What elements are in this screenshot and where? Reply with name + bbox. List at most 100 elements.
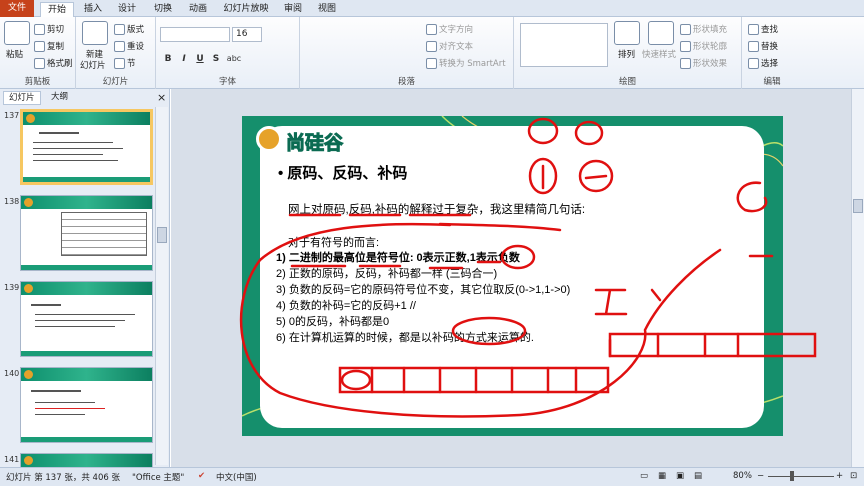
close-pane-button[interactable]: ×	[152, 91, 171, 105]
shapes-gallery[interactable]	[520, 23, 608, 67]
replace-button[interactable]: 替换	[748, 40, 778, 52]
list-item-2: 2) 正数的原码，反码，补码都一样 (三码合一)	[276, 268, 498, 280]
slide-thumbnail-140[interactable]	[20, 367, 153, 443]
slide-thumbnail-139[interactable]	[20, 281, 153, 357]
arrange-icon[interactable]	[614, 21, 640, 45]
thumb-number: 137	[4, 111, 20, 120]
underline-button[interactable]: U	[194, 53, 206, 65]
shadow-button[interactable]: abc	[224, 53, 244, 65]
effects-icon	[680, 58, 691, 69]
reading-view-icon[interactable]: ▣	[676, 471, 684, 481]
reset-label: 重设	[127, 42, 145, 52]
arrange-button[interactable]: 排列	[618, 48, 635, 60]
font-family-combo[interactable]	[160, 27, 230, 42]
find-button[interactable]: 查找	[748, 23, 778, 35]
slides-group-label: 幻灯片	[102, 77, 129, 87]
layout-label: 版式	[127, 25, 145, 35]
tab-animations[interactable]: 动画	[185, 2, 211, 17]
slide-thumbnail-138[interactable]	[20, 195, 153, 271]
scroll-thumb[interactable]	[157, 227, 167, 243]
logo-icon	[24, 198, 33, 207]
zoom-out-icon[interactable]: −	[757, 471, 764, 481]
shape-outline-button[interactable]: 形状轮廓	[680, 40, 727, 52]
thumb-number: 140	[4, 369, 20, 378]
tab-insert[interactable]: 插入	[80, 2, 106, 17]
tab-slideshow[interactable]: 幻灯片放映	[222, 2, 270, 17]
drawing-group-label: 绘图	[618, 77, 636, 87]
paste-button[interactable]: 粘贴	[6, 48, 23, 60]
group-clipboard: 粘贴 剪切 复制 格式刷 剪贴板	[0, 17, 76, 89]
tab-home[interactable]: 开始	[40, 2, 74, 18]
scissors-icon	[34, 24, 45, 35]
tab-review[interactable]: 审阅	[280, 2, 306, 17]
select-icon	[748, 58, 759, 69]
zoom-in-icon[interactable]: +	[836, 471, 843, 481]
slide-thumbnail-137[interactable]	[20, 109, 153, 185]
normal-view-icon[interactable]: ▭	[640, 471, 648, 481]
cut-button[interactable]: 剪切	[34, 23, 64, 35]
format-painter-button[interactable]: 格式刷	[34, 57, 73, 69]
font-group-label: 字体	[218, 77, 236, 87]
align-text-button[interactable]: 对齐文本	[426, 40, 473, 52]
paste-icon[interactable]	[4, 21, 30, 45]
slideshow-view-icon[interactable]: ▤	[694, 471, 702, 481]
slide-title-text: 原码、反码、补码	[287, 165, 408, 182]
italic-button[interactable]: I	[178, 53, 190, 65]
thumbnail-scrollbar[interactable]	[155, 107, 168, 465]
text-direction-icon	[426, 24, 437, 35]
logo-icon	[26, 114, 35, 123]
slide-thumbnail-141[interactable]	[20, 453, 153, 467]
zoom-slider-thumb[interactable]	[790, 471, 794, 481]
tab-design[interactable]: 设计	[114, 2, 140, 17]
font-size-combo[interactable]: 16	[232, 27, 262, 42]
theme-name: "Office 主题"	[132, 473, 185, 483]
text-direction-button[interactable]: 文字方向	[426, 23, 473, 35]
zoom-slider[interactable]	[768, 476, 834, 477]
smartart-button[interactable]: 转换为 SmartArt	[426, 57, 506, 69]
tab-transitions[interactable]: 切换	[150, 2, 176, 17]
tab-slides-pane[interactable]: 幻灯片	[3, 91, 41, 105]
logo-icon	[24, 456, 33, 465]
fit-slide-icon[interactable]: ⊡	[850, 471, 857, 481]
reset-icon	[114, 41, 125, 52]
thumb-number: 141	[4, 455, 20, 464]
language[interactable]: 中文(中国)	[216, 471, 257, 483]
tab-file[interactable]: 文件	[0, 0, 34, 17]
quick-styles-button[interactable]: 快速样式	[642, 48, 676, 60]
bold-button[interactable]: B	[162, 53, 174, 65]
reset-button[interactable]: 重设	[114, 40, 144, 52]
zoom-level[interactable]: 80%	[733, 471, 752, 481]
layout-button[interactable]: 版式	[114, 23, 144, 35]
section-button[interactable]: 节	[114, 57, 136, 69]
vertical-scrollbar[interactable]	[851, 89, 864, 467]
new-slide-icon[interactable]	[82, 21, 108, 45]
copy-button[interactable]: 复制	[34, 40, 64, 52]
thumb-number: 139	[4, 283, 20, 292]
tab-outline-pane[interactable]: 大纲	[46, 91, 73, 105]
shape-effects-label: 形状效果	[693, 59, 728, 69]
sorter-view-icon[interactable]: ▦	[658, 471, 666, 481]
shape-fill-button[interactable]: 形状填充	[680, 23, 727, 35]
tab-view[interactable]: 视图	[314, 2, 340, 17]
shape-outline-label: 形状轮廓	[693, 42, 728, 52]
paragraph-group-label: 段落	[397, 77, 415, 87]
new-slide-button-line2[interactable]: 幻灯片	[80, 59, 106, 71]
layout-icon	[114, 24, 125, 35]
list-item-4: 4) 负数的补码=它的反码+1 //	[276, 300, 416, 312]
group-font: 16 B I U S abc 字体	[156, 17, 300, 89]
section-label: 节	[127, 59, 136, 69]
select-button[interactable]: 选择	[748, 57, 778, 69]
quick-styles-icon[interactable]	[648, 21, 674, 45]
group-slides: 新建 幻灯片 版式 重设 节 幻灯片	[76, 17, 156, 89]
logo-icon	[24, 284, 33, 293]
shape-effects-button[interactable]: 形状效果	[680, 57, 727, 69]
select-label: 选择	[761, 59, 779, 69]
strikethrough-button[interactable]: S	[210, 53, 222, 65]
smartart-icon	[426, 58, 437, 69]
fill-icon	[680, 24, 691, 35]
spellcheck-icon[interactable]: ✔	[198, 471, 205, 481]
scroll-thumb[interactable]	[853, 199, 863, 213]
slide[interactable]: 尚硅谷 • 原码、反码、补码 网上对原码,反码,补码的解释过于复杂，我这里精简几…	[242, 116, 783, 436]
slide-thumbnail-panel: 幻灯片 大纲 × 137 138 139 140 141	[0, 89, 170, 467]
ribbon: 粘贴 剪切 复制 格式刷 剪贴板 新建 幻灯片 版式 重设 节 幻灯片 16 B…	[0, 17, 864, 89]
